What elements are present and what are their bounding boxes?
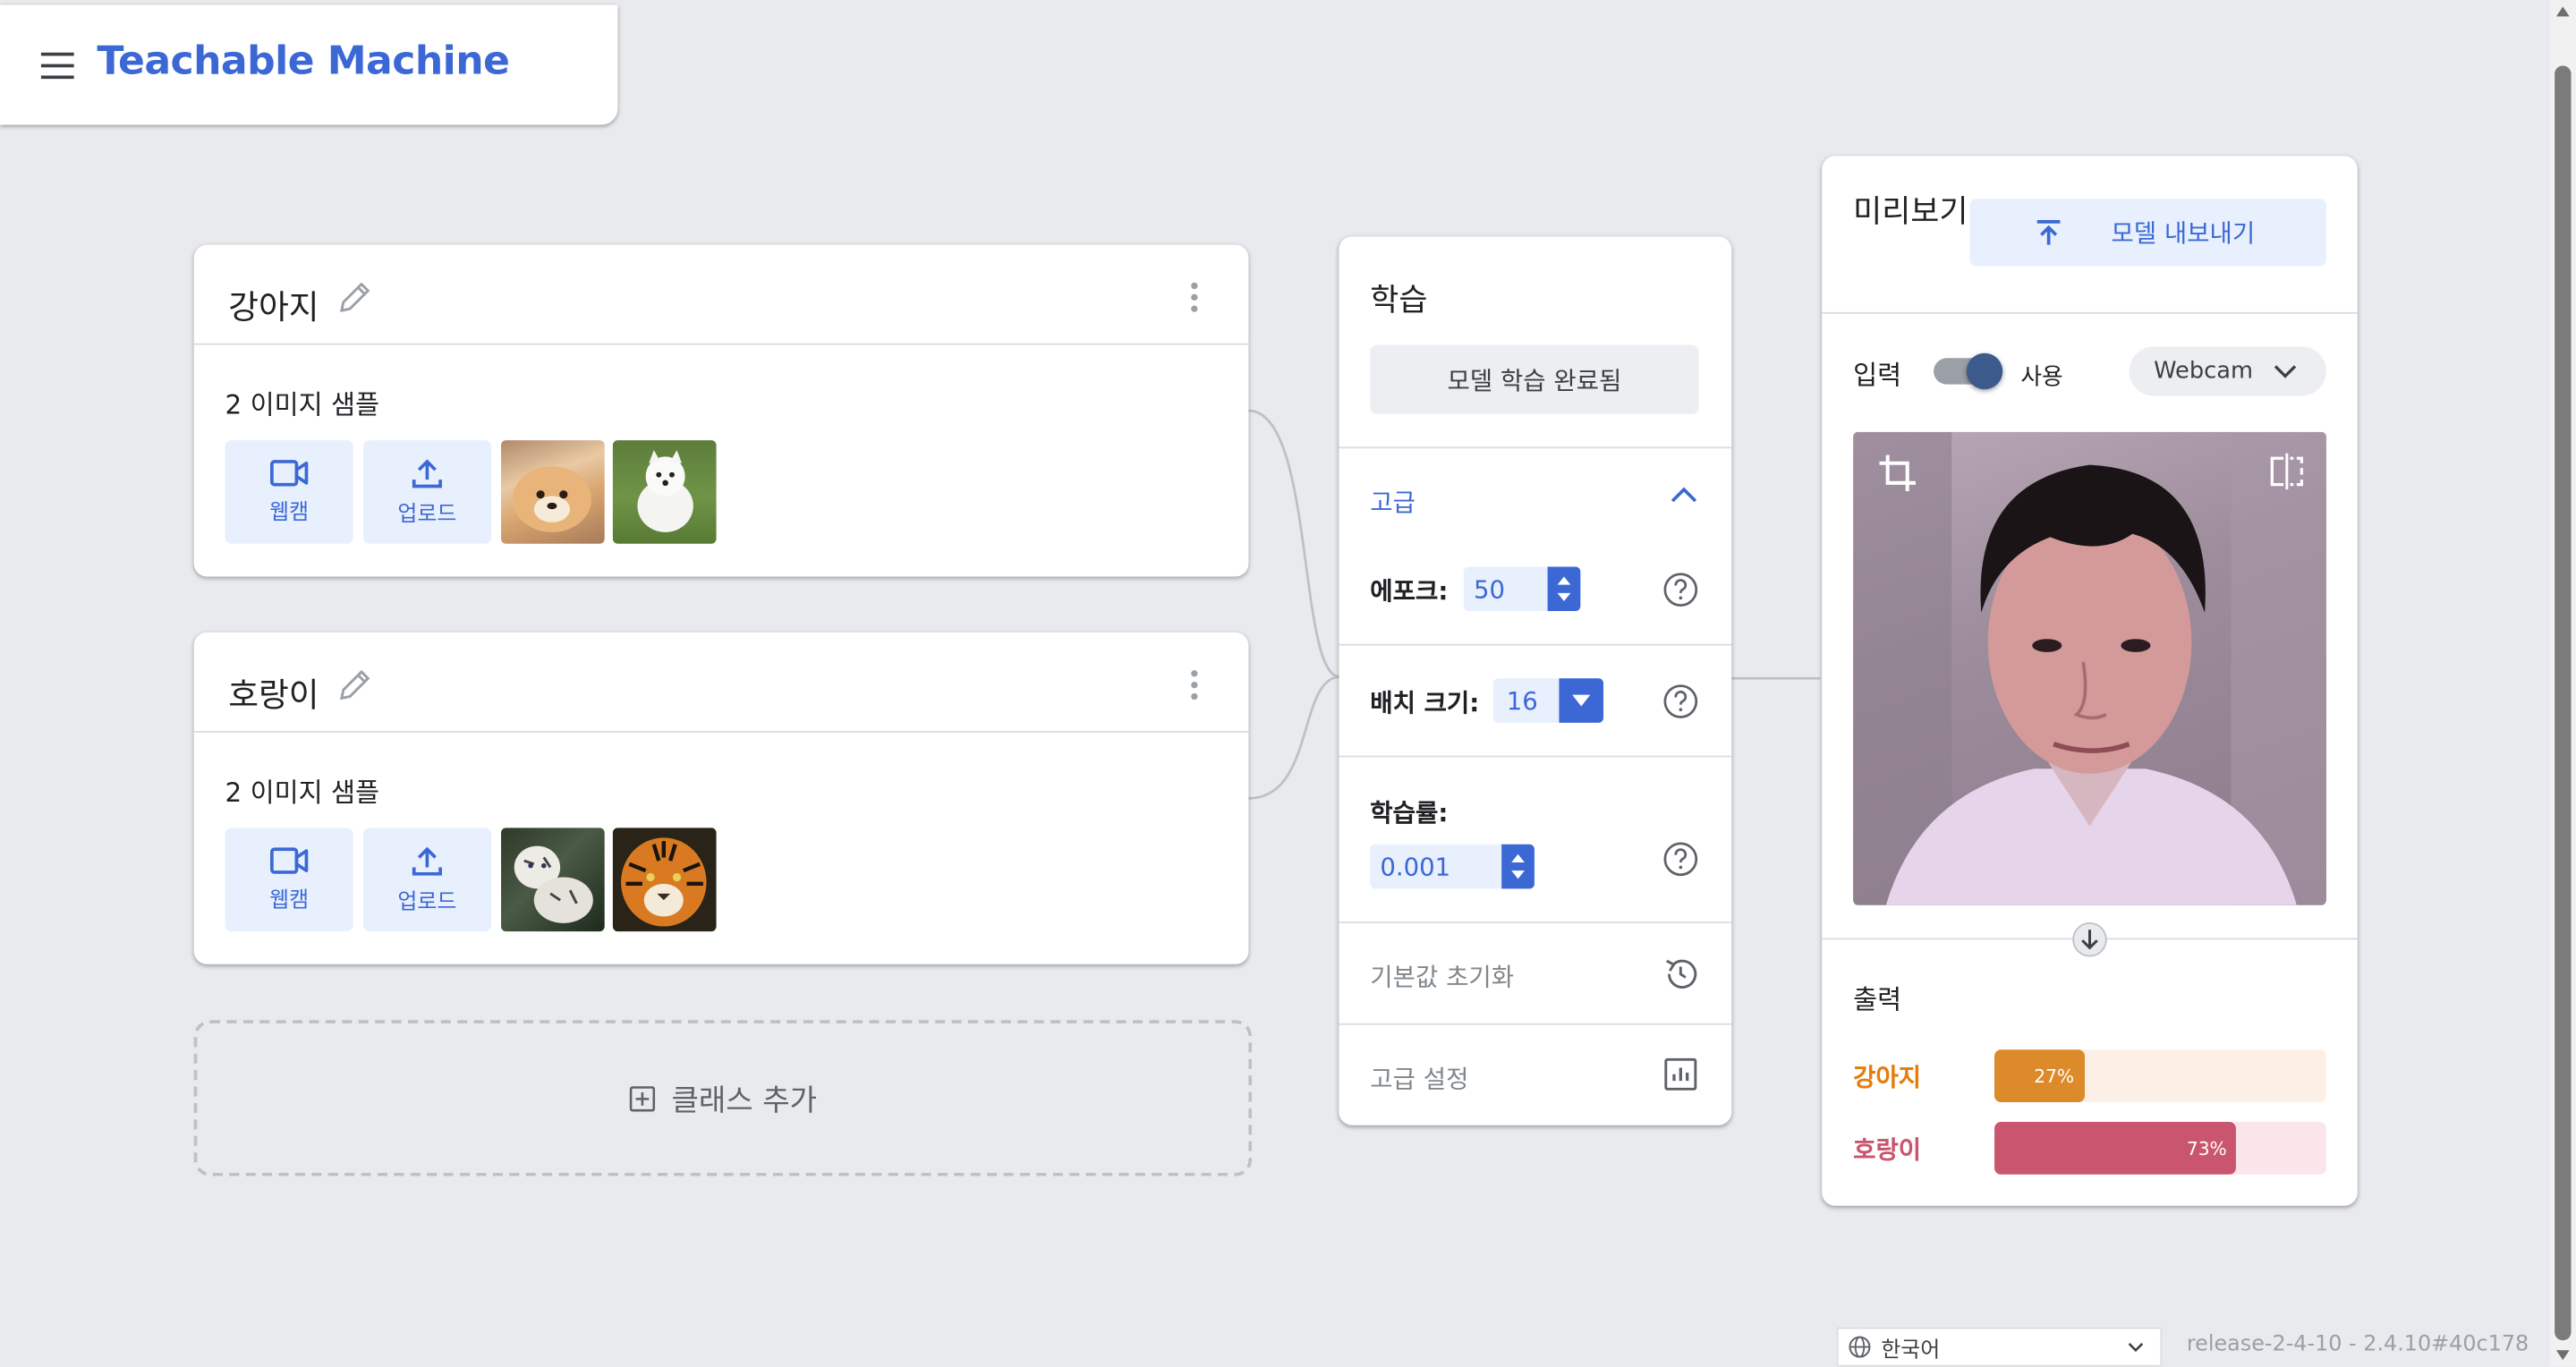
learning-rate-input[interactable]: 0.001 bbox=[1370, 844, 1535, 889]
output-percent: 73% bbox=[2186, 1137, 2227, 1159]
scroll-down-arrow[interactable] bbox=[2555, 1350, 2570, 1361]
output-bar-fill: 27% bbox=[1994, 1049, 2085, 1103]
train-model-button[interactable]: 모델 학습 완료됨 bbox=[1370, 344, 1699, 414]
train-model-label: 모델 학습 완료됨 bbox=[1447, 365, 1622, 395]
crop-icon[interactable] bbox=[1876, 452, 1919, 495]
output-bar-track: 73% bbox=[1994, 1122, 2326, 1175]
version-text: release-2-4-10 - 2.4.10#40c178 bbox=[2186, 1332, 2529, 1357]
epochs-input[interactable]: 50 bbox=[1463, 566, 1581, 612]
section-divider bbox=[1339, 446, 1732, 449]
batch-size-value: 16 bbox=[1506, 685, 1538, 716]
output-percent: 27% bbox=[2034, 1065, 2075, 1087]
advanced-toggle-label[interactable]: 고급 bbox=[1370, 485, 1416, 520]
upload-button[interactable]: 업로드 bbox=[362, 440, 491, 544]
flip-icon[interactable] bbox=[2267, 452, 2307, 491]
toggle-knob bbox=[1966, 352, 2003, 390]
output-label: 출력 bbox=[1853, 983, 1902, 1015]
section-divider bbox=[1822, 311, 2358, 314]
add-class-button[interactable]: 클래스 추가 bbox=[193, 1020, 1253, 1176]
epochs-stepper[interactable] bbox=[1547, 566, 1581, 612]
edit-pencil-icon[interactable] bbox=[336, 667, 372, 702]
chevron-down-icon bbox=[2274, 365, 2298, 378]
webcam-feed bbox=[1853, 431, 2326, 905]
sample-thumbnail[interactable] bbox=[612, 828, 717, 932]
chevron-down-icon bbox=[2128, 1342, 2144, 1352]
sample-thumbnail[interactable] bbox=[501, 440, 605, 544]
learning-rate-value: 0.001 bbox=[1380, 852, 1451, 882]
sample-thumbnail[interactable] bbox=[501, 828, 605, 932]
epochs-label: 에포크: bbox=[1370, 576, 1449, 607]
more-vert-icon[interactable] bbox=[1179, 281, 1209, 314]
help-icon[interactable] bbox=[1662, 684, 1698, 719]
class-card-dog: 강아지 2 이미지 샘플 웹캠 업로드 bbox=[193, 244, 1249, 577]
export-model-label: 모델 내보내기 bbox=[2111, 218, 2256, 249]
upload-label: 업로드 bbox=[397, 502, 457, 528]
training-card: 학습 모델 학습 완료됨 고급 에포크: 50 배치 크기: 16 학습률: 0… bbox=[1339, 236, 1732, 1125]
learning-rate-label: 학습률: bbox=[1370, 798, 1449, 828]
app-title: Teachable Machine bbox=[97, 38, 510, 84]
webcam-button[interactable]: 웹캠 bbox=[225, 828, 353, 932]
reset-defaults-button[interactable]: 기본값 초기화 bbox=[1370, 959, 1514, 994]
language-select[interactable]: 한국어 bbox=[1836, 1327, 2163, 1367]
class-card-tiger: 호랑이 2 이미지 샘플 웹캠 업로드 bbox=[193, 632, 1249, 964]
video-camera-icon bbox=[270, 847, 309, 874]
epochs-value: 50 bbox=[1473, 573, 1506, 604]
training-title: 학습 bbox=[1370, 282, 1428, 319]
learning-rate-stepper[interactable] bbox=[1501, 844, 1535, 889]
input-source-select[interactable]: Webcam bbox=[2129, 346, 2326, 396]
chevron-up-icon[interactable] bbox=[1668, 483, 1701, 506]
card-divider bbox=[193, 731, 1249, 733]
scroll-up-arrow[interactable] bbox=[2555, 6, 2570, 17]
input-source-value: Webcam bbox=[2154, 358, 2254, 385]
arrow-down-icon bbox=[2072, 921, 2107, 957]
card-divider bbox=[193, 343, 1249, 345]
sample-count: 2 이미지 샘플 bbox=[225, 777, 380, 809]
toggle-label: 사용 bbox=[2020, 364, 2063, 391]
language-value: 한국어 bbox=[1881, 1337, 1941, 1363]
edit-pencil-icon[interactable] bbox=[336, 279, 372, 315]
sample-count: 2 이미지 샘플 bbox=[225, 389, 380, 421]
output-bar-fill: 73% bbox=[1994, 1122, 2237, 1175]
sample-thumbnail[interactable] bbox=[612, 440, 717, 544]
export-model-button[interactable]: 모델 내보내기 bbox=[1969, 199, 2326, 267]
section-divider bbox=[1339, 643, 1732, 646]
add-class-label: 클래스 추가 bbox=[671, 1083, 818, 1118]
webcam-label: 웹캠 bbox=[269, 888, 310, 913]
section-divider bbox=[1339, 1023, 1732, 1025]
webcam-button[interactable]: 웹캠 bbox=[225, 440, 353, 544]
upload-button[interactable]: 업로드 bbox=[362, 828, 491, 932]
bar-chart-icon[interactable] bbox=[1662, 1057, 1698, 1092]
batch-size-label: 배치 크기: bbox=[1370, 688, 1480, 718]
preview-card: 미리보기 모델 내보내기 입력 사용 Webcam 출력 강아지 27% 호랑이… bbox=[1822, 156, 2358, 1206]
webcam-label: 웹캠 bbox=[269, 501, 310, 526]
upload-icon bbox=[412, 459, 442, 488]
class-name[interactable]: 호랑이 bbox=[228, 668, 319, 716]
export-icon bbox=[2036, 219, 2061, 244]
scrollbar-thumb[interactable] bbox=[2555, 65, 2572, 1341]
preview-title: 미리보기 bbox=[1853, 193, 1968, 231]
section-divider bbox=[1339, 921, 1732, 923]
output-class-label: 호랑이 bbox=[1853, 1134, 1922, 1165]
upload-icon bbox=[412, 846, 442, 876]
add-box-icon bbox=[629, 1085, 655, 1111]
input-toggle[interactable] bbox=[1934, 352, 2003, 390]
app-header: Teachable Machine bbox=[0, 4, 618, 125]
vertical-scrollbar[interactable] bbox=[2549, 0, 2576, 1367]
batch-size-dropdown[interactable] bbox=[1559, 678, 1604, 723]
video-camera-icon bbox=[270, 460, 309, 487]
output-bar-track: 27% bbox=[1994, 1049, 2326, 1103]
class-name[interactable]: 강아지 bbox=[228, 281, 319, 328]
batch-size-select[interactable]: 16 bbox=[1493, 678, 1604, 723]
more-vert-icon[interactable] bbox=[1179, 668, 1209, 701]
globe-icon bbox=[1849, 1336, 1871, 1358]
advanced-settings-button[interactable]: 고급 설정 bbox=[1370, 1061, 1468, 1096]
section-divider bbox=[1339, 755, 1732, 758]
input-label: 입력 bbox=[1853, 360, 1902, 391]
upload-label: 업로드 bbox=[397, 890, 457, 915]
help-icon[interactable] bbox=[1662, 572, 1698, 607]
output-class-label: 강아지 bbox=[1853, 1062, 1922, 1093]
help-icon[interactable] bbox=[1662, 841, 1698, 877]
menu-icon[interactable] bbox=[39, 51, 75, 81]
history-icon[interactable] bbox=[1662, 956, 1698, 992]
